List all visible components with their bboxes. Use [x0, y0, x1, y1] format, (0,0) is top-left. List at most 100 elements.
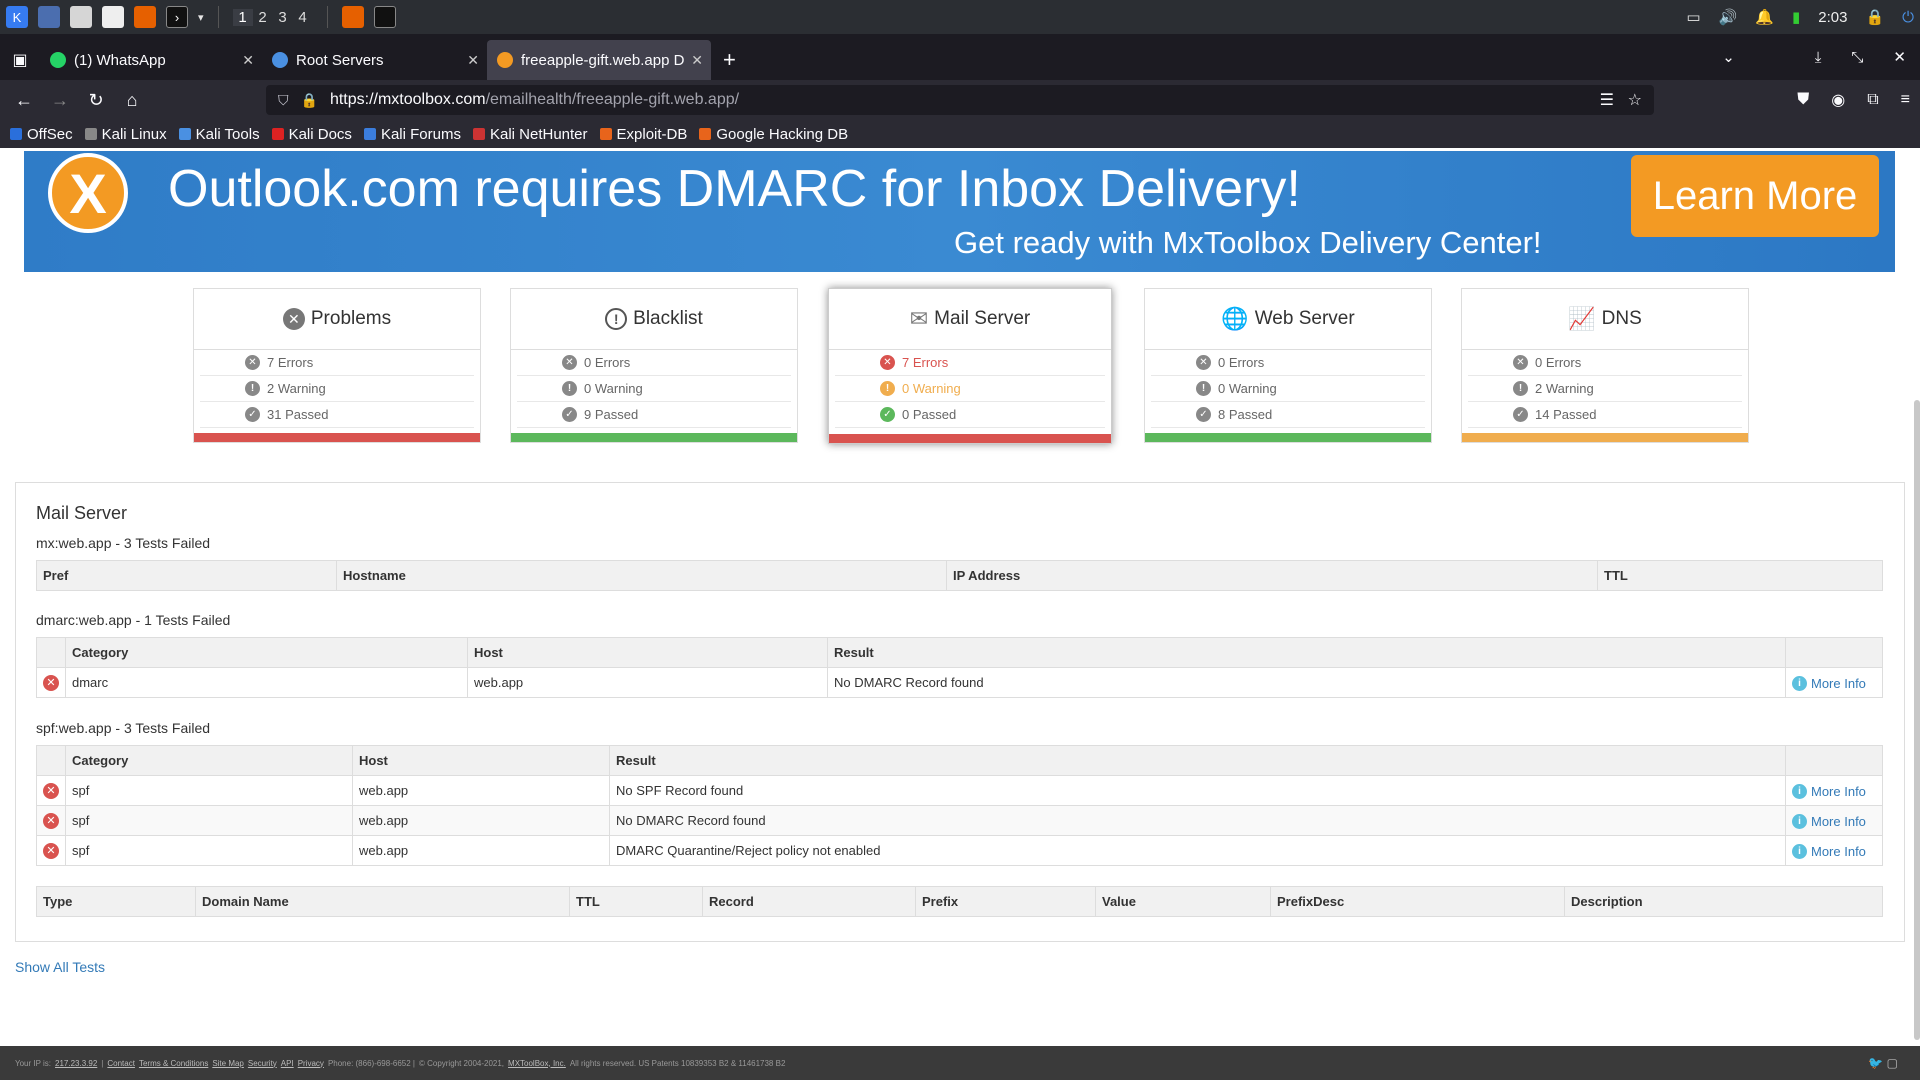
workspace-4[interactable]: 4	[293, 9, 313, 26]
footer-link-api[interactable]: API	[281, 1059, 294, 1068]
twitter-icon[interactable]: 🐦	[1868, 1056, 1883, 1070]
more-info-link[interactable]: i More Info	[1792, 784, 1866, 799]
menu-icon[interactable]: ≡	[1901, 91, 1910, 109]
footer-link-security[interactable]: Security	[248, 1059, 277, 1068]
volume-icon[interactable]: 🔊	[1719, 8, 1738, 26]
col-pref[interactable]: Pref	[36, 560, 337, 591]
reader-view-icon[interactable]: ☰	[1600, 90, 1614, 110]
tab-overview-icon[interactable]: ▣	[0, 40, 40, 80]
info-icon: i	[1792, 676, 1807, 691]
bookmark-kali-linux[interactable]: Kali Linux	[84, 126, 167, 143]
tab-whatsapp[interactable]: (1) WhatsApp ✕	[40, 40, 262, 80]
bookmark-kali-nethunter[interactable]: Kali NetHunter	[472, 126, 588, 143]
col-category[interactable]: Category	[65, 745, 353, 776]
home-button[interactable]: ⌂	[114, 90, 150, 111]
col-host[interactable]: Host	[467, 637, 828, 668]
bookmark-kali-docs[interactable]: Kali Docs	[271, 126, 352, 143]
close-tab-icon[interactable]: ✕	[242, 52, 254, 69]
close-window-icon[interactable]: ✕	[1893, 48, 1906, 66]
terminal-icon[interactable]: ›	[166, 6, 188, 28]
col-prefixdesc[interactable]: PrefixDesc	[1270, 886, 1565, 917]
file-manager-icon[interactable]	[70, 6, 92, 28]
desktop-icon[interactable]	[38, 6, 60, 28]
back-button[interactable]: ←	[6, 90, 42, 111]
tab-root-servers[interactable]: Root Servers ✕	[262, 40, 487, 80]
footer-ip-link[interactable]: 217.23.3.92	[55, 1059, 97, 1068]
bookmark-offsec[interactable]: OffSec	[10, 126, 73, 143]
terminal-window-icon[interactable]	[373, 6, 396, 28]
bookmark-google-hacking-db[interactable]: Google Hacking DB	[699, 126, 848, 143]
more-info-link[interactable]: i More Info	[1792, 676, 1866, 691]
close-tab-icon[interactable]: ✕	[467, 52, 479, 69]
card-problems[interactable]: ✕ Problems ✕ 7 Errors ! 2 Warning ✓ 31 Pass…	[193, 288, 481, 443]
error-icon: ✕	[1513, 355, 1528, 370]
workspace-1[interactable]: 1	[232, 8, 253, 26]
col-hostname[interactable]: Hostname	[336, 560, 947, 591]
col-category[interactable]: Category	[65, 637, 468, 668]
col-domain-name[interactable]: Domain Name	[195, 886, 570, 917]
promo-banner[interactable]: X Outlook.com requires DMARC for Inbox D…	[24, 151, 1895, 272]
bookmark-kali-tools[interactable]: Kali Tools	[178, 126, 260, 143]
rss-icon[interactable]: ▢	[1887, 1056, 1898, 1070]
lock-icon[interactable]: 🔒	[1865, 8, 1884, 26]
display-icon[interactable]: ▭	[1686, 8, 1700, 26]
col-host[interactable]: Host	[352, 745, 610, 776]
account-icon[interactable]: ◉	[1831, 90, 1845, 110]
kali-menu-icon[interactable]: K	[6, 6, 28, 28]
new-tab-button[interactable]: +	[723, 40, 736, 80]
clock[interactable]: 2:03	[1818, 9, 1847, 26]
url-bar[interactable]: ⛉ 🔒 https://mxtoolbox.com/emailhealth/fr…	[266, 85, 1654, 115]
footer-link-sitemap[interactable]: Site Map	[212, 1059, 244, 1068]
forward-button[interactable]: →	[42, 90, 78, 111]
more-info-link[interactable]: i More Info	[1792, 844, 1866, 859]
show-all-tests-link[interactable]: Show All Tests	[15, 959, 105, 975]
power-icon[interactable]: ⏻	[1902, 9, 1914, 26]
firefox-window-icon[interactable]	[341, 6, 364, 28]
tab-mxtoolbox[interactable]: freeapple-gift.web.app D ✕	[487, 40, 711, 80]
firefox-icon[interactable]	[134, 6, 156, 28]
col-ttl[interactable]: TTL	[1597, 560, 1883, 591]
downloads-icon[interactable]: ⤓	[1815, 49, 1822, 66]
list-all-tabs-icon[interactable]: ⌄	[1722, 48, 1735, 66]
bookmark-star-icon[interactable]: ☆	[1628, 90, 1642, 110]
footer-link-contact[interactable]: Contact	[107, 1059, 135, 1068]
reload-button[interactable]: ↻	[78, 90, 114, 111]
card-web-server[interactable]: 🌐 Web Server ✕ 0 Errors ! 0 Warning ✓ 8 Pas…	[1144, 288, 1432, 443]
col-ttl[interactable]: TTL	[569, 886, 703, 917]
bookmark-exploit-db[interactable]: Exploit-DB	[599, 126, 687, 143]
pocket-icon[interactable]: ⛊	[1797, 91, 1809, 109]
nav-bar: ← → ↻ ⌂ ⛉ 🔒 https://mxtoolbox.com/emailh…	[0, 80, 1920, 120]
page-scrollbar[interactable]	[1914, 400, 1920, 1040]
restore-icon[interactable]: ⤡	[1851, 49, 1863, 66]
chevron-down-icon[interactable]: ▾	[198, 11, 204, 24]
col-value[interactable]: Value	[1095, 886, 1271, 917]
more-info-link[interactable]: i More Info	[1792, 814, 1866, 829]
notification-bell-icon[interactable]: 🔔	[1755, 8, 1774, 26]
col-result[interactable]: Result	[827, 637, 1786, 668]
workspace-2[interactable]: 2	[253, 9, 273, 26]
learn-more-button[interactable]: Learn More	[1631, 155, 1879, 237]
col-prefix[interactable]: Prefix	[915, 886, 1096, 917]
footer-company-link[interactable]: MXToolBox, Inc.	[508, 1059, 566, 1068]
col-description[interactable]: Description	[1564, 886, 1883, 917]
battery-icon[interactable]: ▮	[1792, 8, 1800, 26]
col-record[interactable]: Record	[702, 886, 916, 917]
bookmark-kali-forums[interactable]: Kali Forums	[363, 126, 461, 143]
col-ip-address[interactable]: IP Address	[946, 560, 1598, 591]
padlock-icon[interactable]: 🔒	[301, 92, 318, 109]
card-errors: ✕ 0 Errors	[1151, 350, 1425, 376]
extensions-icon[interactable]: ⧉	[1867, 91, 1878, 109]
card-blacklist[interactable]: ! Blacklist ✕ 0 Errors ! 0 Warning ✓ 9 Pass…	[510, 288, 798, 443]
footer-link-terms[interactable]: Terms & Conditions	[139, 1059, 208, 1068]
footer-link-privacy[interactable]: Privacy	[298, 1059, 324, 1068]
warning-icon: !	[1513, 381, 1528, 396]
workspace-3[interactable]: 3	[273, 9, 293, 26]
col-result[interactable]: Result	[609, 745, 1786, 776]
card-mail-server[interactable]: ✉ Mail Server ✕ 7 Errors ! 0 Warning ✓ 0 Pa…	[828, 288, 1112, 444]
col-type[interactable]: Type	[36, 886, 196, 917]
card-dns[interactable]: 📈 DNS ✕ 0 Errors ! 2 Warning ✓ 14 Passed	[1461, 288, 1749, 443]
shield-icon[interactable]: ⛉	[278, 92, 289, 109]
text-editor-icon[interactable]	[102, 6, 124, 28]
card-passed-text: 8 Passed	[1218, 407, 1273, 422]
close-tab-icon[interactable]: ✕	[691, 52, 703, 69]
